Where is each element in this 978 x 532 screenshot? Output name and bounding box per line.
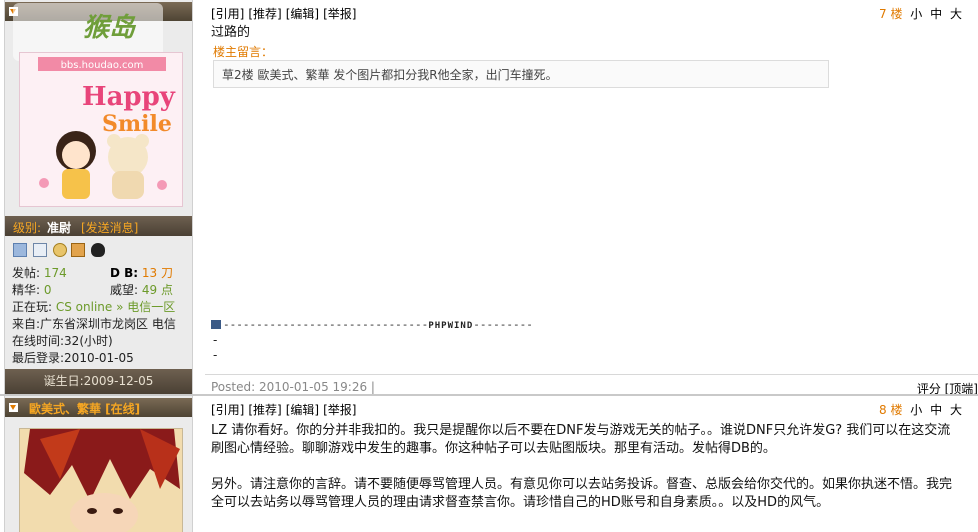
db-value: 13 刀 [141,266,174,280]
post-text: 过路的 [211,25,251,40]
author-column: 猴岛 bbs.houdao.com Happy Smile 级别: 准尉 [发送… [4,0,193,396]
playing-server-link[interactable]: 电信一区 [127,300,175,314]
author-column: 歐美式、繁華 [在线] [4,396,193,532]
online-time-text: 在线时间:32(小时) [12,334,113,348]
grade-bar: 级别: 准尉 [发送消息] [5,216,192,236]
font-size-medium[interactable]: 中 [930,7,942,21]
db-label: D B: [110,266,139,280]
edit-link[interactable]: [编辑] [286,403,319,417]
svg-text:Smile: Smile [102,111,172,137]
essence-label: 精华: [12,283,41,297]
avatar-image: bbs.houdao.com Happy Smile [20,53,182,206]
mail-icon[interactable] [71,243,85,257]
signature-dashes: ------------------------------- [223,318,429,331]
avatar[interactable] [19,428,183,532]
post-content: LZ 请你看好。你的分并非我扣的。我只是提醒你以后不要在DNF发与游戏无关的帖子… [211,422,961,530]
signature: -------------------------------PHPWIND--… [211,318,533,331]
avatar[interactable]: bbs.houdao.com Happy Smile [19,52,183,207]
floor-indicator: 8 楼 小 中 大 [879,401,962,418]
recommend-link[interactable]: [推荐] [248,403,281,417]
playing-separator: » [116,300,124,314]
send-message-link[interactable]: [发送消息] [81,219,138,236]
font-size-small[interactable]: 小 [910,403,922,417]
posted-timestamp: Posted: 2010-01-05 19:26 | [211,380,375,394]
font-size-large[interactable]: 大 [950,7,962,21]
owner-message-label: 楼主留言： [213,45,274,59]
owner-message-box: 草2楼 歐美式、繁華 发个图片都扣分我R他全家，出门车撞死。 [213,60,829,88]
signature-line: - [213,348,218,362]
author-header: 歐美式、繁華 [在线] [5,398,192,417]
avatar-watermark-text: bbs.houdao.com [61,60,144,71]
posts-count-label: 发帖: [12,266,41,280]
document-icon[interactable] [33,243,47,257]
avatar-image [20,429,182,532]
playing-label: 正在玩: [12,300,53,314]
font-size-small[interactable]: 小 [910,7,922,21]
essence-value: 0 [43,283,52,297]
signature-brand: PHPWIND [428,321,474,331]
post-toolbar: [引用] [推荐] [编辑] [举报] [211,5,361,22]
grade-label: 级别: [13,221,42,235]
font-size-large[interactable]: 大 [950,403,962,417]
edit-pencil-icon [211,320,221,329]
playing-game-link[interactable]: CS online [56,300,112,314]
signature-line: - [213,333,218,347]
floor-indicator: 7 楼 小 中 大 [879,5,962,22]
quote-link[interactable]: [引用] [211,403,244,417]
prestige-value: 49 点 [141,283,173,297]
font-size-medium[interactable]: 中 [930,403,942,417]
report-link[interactable]: [举报] [323,7,356,21]
last-login-text: 最后登录:2010-01-05 [12,351,134,365]
quote-link[interactable]: [引用] [211,7,244,21]
recommend-link[interactable]: [推荐] [248,7,281,21]
post-toolbar: [引用] [推荐] [编辑] [举报] [211,401,361,418]
qq-icon[interactable] [91,243,105,257]
signature-tail: --------- [473,318,533,331]
profile-card-icon[interactable] [13,243,27,257]
birthday-bar: 诞生日:2009-12-05 [5,369,192,394]
collapse-arrow-icon[interactable] [9,403,18,412]
post-floor-8: 歐美式、繁華 [在线] [引用] [推荐] [编辑] [举报] 8 楼 小 中 大 [0,396,978,532]
post-paragraph: 另外。请注意你的言辞。请不要随便辱骂管理人员。有意见你可以去站务投诉。督查、总版… [211,477,953,510]
post-footer: Posted: 2010-01-05 19:26 | 评分 [顶端] [205,374,978,396]
grade-value: 准尉 [47,221,72,235]
floor-number[interactable]: 7 楼 [879,7,902,21]
post-floor-7: 猴岛 bbs.houdao.com Happy Smile 级别: 准尉 [发送… [0,0,978,396]
edit-link[interactable]: [编辑] [286,7,319,21]
location-text: 来自:广东省深圳市龙岗区 电信 [12,317,176,331]
prestige-label: 威望: [110,283,139,297]
post-paragraph: LZ 请你看好。你的分并非我扣的。我只是提醒你以后不要在DNF发与游戏无关的帖子… [211,423,951,456]
author-username[interactable]: 歐美式、繁華 [在线] [29,400,140,417]
post-body: [引用] [推荐] [编辑] [举报] 7 楼 小 中 大 过路的 楼主留言： 草2楼… [205,0,978,396]
post-content: 过路的 楼主留言： 草2楼 歐美式、繁華 发个图片都扣分我R他全家，出门车撞死。 [211,24,971,88]
add-friend-icon[interactable] [53,243,67,257]
posts-count-value: 174 [43,266,67,280]
svg-text:Happy: Happy [82,82,176,112]
floor-number[interactable]: 8 楼 [879,403,902,417]
report-link[interactable]: [举报] [323,403,356,417]
post-body: [引用] [推荐] [编辑] [举报] 8 楼 小 中 大 LZ 请你看好。你的分并非… [205,396,978,532]
